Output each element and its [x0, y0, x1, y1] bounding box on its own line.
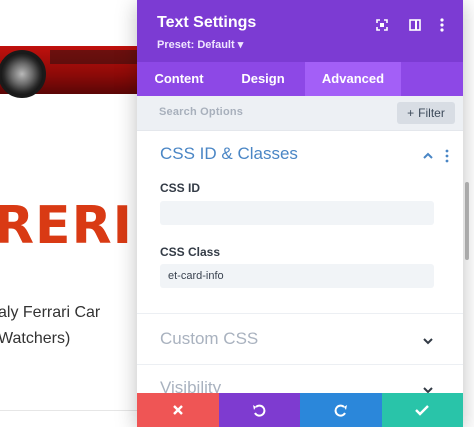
- css-class-field[interactable]: et-card-info: [160, 264, 434, 288]
- tab-content[interactable]: Content: [137, 62, 221, 96]
- tab-design[interactable]: Design: [221, 62, 305, 96]
- undo-icon: [253, 404, 266, 417]
- text-settings-modal: Text Settings Preset: Default ▾ Content …: [137, 0, 463, 427]
- page-scrollbar[interactable]: [462, 0, 474, 427]
- plus-icon: +: [407, 106, 415, 120]
- check-icon: [415, 405, 430, 416]
- expand-icon[interactable]: [371, 14, 393, 36]
- section-title[interactable]: Custom CSS: [160, 329, 258, 349]
- more-vertical-icon[interactable]: [431, 14, 453, 36]
- page-description: aly Ferrari Car Watchers): [0, 300, 100, 352]
- page-heading-part1: RERI: [0, 196, 133, 256]
- modal-header[interactable]: Text Settings Preset: Default ▾: [137, 0, 463, 62]
- search-bar: Search Options + Filter: [137, 96, 463, 131]
- sidebar-icon[interactable]: [404, 14, 426, 36]
- tab-advanced[interactable]: Advanced: [305, 62, 401, 96]
- undo-button[interactable]: [218, 393, 300, 427]
- search-input[interactable]: Search Options: [159, 106, 243, 118]
- close-icon: [172, 405, 183, 415]
- page-description-line1: aly Ferrari Car: [0, 304, 101, 321]
- filter-button[interactable]: + Filter: [397, 102, 455, 124]
- modal-title: Text Settings: [157, 14, 257, 31]
- discard-button[interactable]: [137, 393, 219, 427]
- car-wheel: [0, 50, 46, 98]
- save-button[interactable]: [381, 393, 463, 427]
- preset-dropdown[interactable]: Preset: Default ▾: [157, 38, 243, 51]
- section-css-id-classes: CSS ID & Classes CSS ID CSS Class et-car…: [137, 131, 463, 314]
- css-class-label: CSS Class: [160, 245, 221, 259]
- css-id-label: CSS ID: [160, 181, 201, 195]
- scrollbar-thumb[interactable]: [465, 182, 469, 260]
- page-description-line2: Watchers): [0, 330, 71, 347]
- css-id-field[interactable]: [160, 201, 434, 225]
- redo-icon: [334, 404, 347, 417]
- section-title[interactable]: CSS ID & Classes: [160, 144, 298, 164]
- section-custom-css[interactable]: Custom CSS: [137, 314, 463, 365]
- filter-label: Filter: [418, 106, 445, 120]
- chevron-down-icon[interactable]: [421, 334, 435, 348]
- modal-footer: [137, 393, 463, 427]
- divider: [0, 410, 140, 411]
- redo-button[interactable]: [300, 393, 382, 427]
- section-menu-icon[interactable]: [443, 149, 451, 163]
- settings-content: Search Options + Filter CSS ID & Classes…: [137, 96, 463, 416]
- settings-tabs: Content Design Advanced: [137, 62, 463, 96]
- chevron-up-icon[interactable]: [421, 149, 435, 163]
